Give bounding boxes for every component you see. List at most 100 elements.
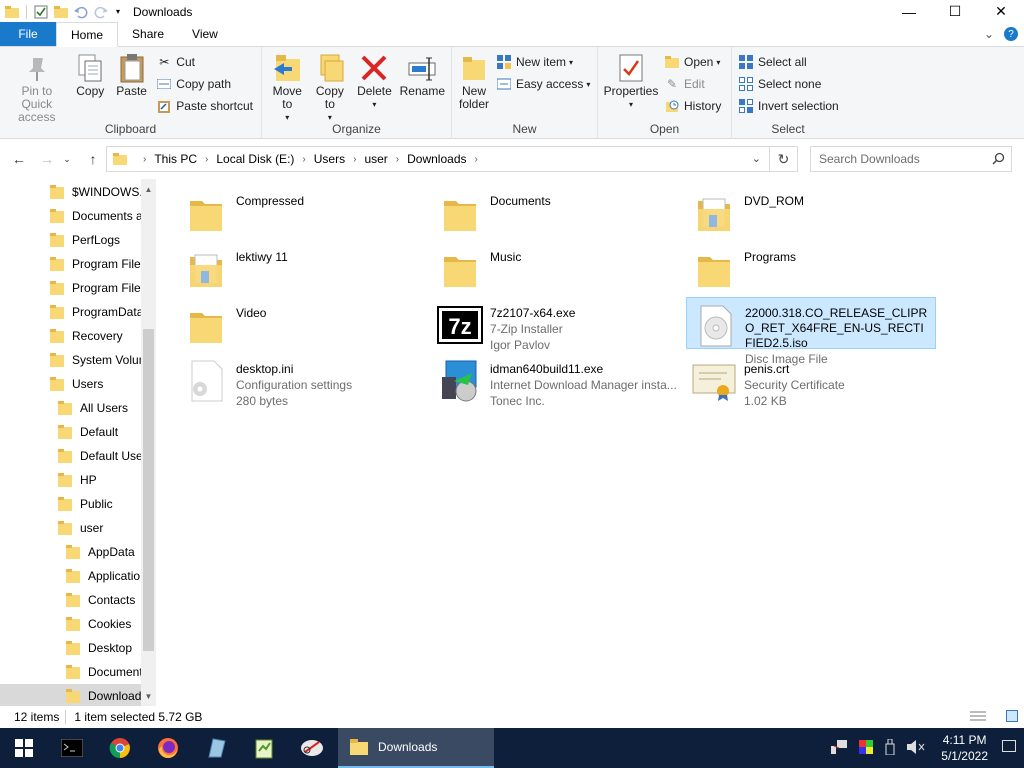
breadcrumb-this-pc[interactable]: This PC › — [154, 152, 216, 166]
easy-access-button[interactable]: Easy access ▾ — [496, 75, 590, 93]
file-item[interactable]: 22000.318.CO_RELEASE_CLIPRO_RET_X64FRE_E… — [686, 297, 936, 366]
notifications-icon[interactable] — [1002, 739, 1016, 757]
maximize-button[interactable]: ☐ — [932, 0, 978, 23]
details-view-icon[interactable] — [970, 710, 986, 725]
nav-tree-item[interactable]: Users — [0, 372, 141, 396]
start-windows-icon[interactable] — [0, 728, 48, 768]
breadcrumb-user[interactable]: user › — [364, 152, 407, 166]
nav-scroll-thumb[interactable] — [143, 329, 154, 651]
nav-tree-item[interactable]: Program Files — [0, 252, 141, 276]
firefox-icon[interactable] — [144, 728, 192, 768]
nav-tree-item[interactable]: Applicatio — [0, 564, 141, 588]
expand-ribbon-icon[interactable]: ⌄ — [984, 27, 994, 41]
file-item[interactable]: Programs — [686, 241, 936, 293]
select-none-button[interactable]: Select none — [738, 75, 839, 93]
copy-path-button[interactable]: Copy path — [156, 75, 253, 93]
recent-locations-icon[interactable]: ⌄ — [60, 148, 74, 170]
nav-tree-item[interactable]: ProgramData — [0, 300, 141, 324]
breadcrumb-chevron-icon[interactable]: › — [143, 154, 146, 165]
nav-tree-item[interactable]: All Users — [0, 396, 141, 420]
customize-qat-icon[interactable]: ▾ — [113, 4, 123, 20]
file-item[interactable]: lektiwy 11 — [178, 241, 428, 293]
select-all-button[interactable]: Select all — [738, 53, 839, 71]
command-prompt-icon[interactable] — [48, 728, 96, 768]
file-item[interactable]: Video — [178, 297, 428, 349]
file-item[interactable]: Compressed — [178, 185, 428, 237]
file-item[interactable]: 7z 7z2107-x64.exe 7-Zip Installer Igor Pavl… — [432, 297, 682, 352]
nav-tree-label: Applicatio — [88, 569, 141, 583]
taskbar-file-explorer-downloads[interactable]: Downloads — [338, 728, 494, 768]
tab-home[interactable]: Home — [56, 22, 119, 47]
file-item[interactable]: Music — [432, 241, 682, 293]
nav-tree-item[interactable]: HP — [0, 468, 141, 492]
breadcrumb-chevron-icon[interactable]: › — [475, 154, 478, 165]
search-input[interactable]: Search Downloads — [810, 146, 1012, 172]
tab-file[interactable]: File — [0, 22, 56, 46]
breadcrumb-chevron-icon[interactable]: › — [302, 154, 305, 165]
tray-usb-icon[interactable] — [885, 738, 895, 758]
tab-share[interactable]: Share — [118, 22, 178, 46]
open-button[interactable]: Open ▾ — [664, 53, 721, 71]
nav-tree-item[interactable]: user — [0, 516, 141, 540]
nav-tree-item[interactable]: PerfLogs — [0, 228, 141, 252]
nav-tree-item[interactable]: $WINDOWS.~ — [0, 180, 141, 204]
redo-icon[interactable] — [93, 4, 109, 20]
notepad-plus-icon[interactable] — [240, 728, 288, 768]
nav-tree-item[interactable]: System Volum — [0, 348, 141, 372]
nav-tree-item[interactable]: Download — [0, 684, 141, 706]
undo-icon[interactable] — [73, 4, 89, 20]
chrome-icon[interactable] — [96, 728, 144, 768]
nav-tree-item[interactable]: AppData — [0, 540, 141, 564]
breadcrumb-chevron-icon[interactable]: › — [205, 154, 208, 165]
tray-network-icon[interactable] — [831, 739, 848, 757]
nav-tree-item[interactable]: Recovery — [0, 324, 141, 348]
tray-color-icon[interactable] — [859, 739, 874, 757]
snipping-tool-icon[interactable] — [288, 728, 336, 768]
close-button[interactable]: ✕ — [978, 0, 1024, 23]
breadcrumb-chevron-icon[interactable]: › — [353, 154, 356, 165]
nav-scrollbar[interactable]: ▲ ▼ — [141, 179, 156, 706]
breadcrumb-chevron-icon[interactable]: › — [396, 154, 399, 165]
paste-shortcut-button[interactable]: Paste shortcut — [156, 97, 253, 115]
minimize-button[interactable]: — — [886, 0, 932, 23]
forward-arrow-icon[interactable]: → — [36, 148, 58, 170]
nav-tree-item[interactable]: Program Files — [0, 276, 141, 300]
file-item[interactable]: desktop.ini Configuration settings 280 byt… — [178, 353, 428, 408]
breadcrumb-label: user — [364, 152, 388, 166]
scroll-up-icon[interactable]: ▲ — [141, 181, 156, 197]
help-icon[interactable]: ? — [1004, 27, 1018, 41]
nav-tree-item[interactable]: Public — [0, 492, 141, 516]
file-item[interactable]: penis.crt Security Certificate 1.02 KB — [686, 353, 936, 408]
invert-selection-button[interactable]: Invert selection — [738, 97, 839, 115]
refresh-icon[interactable]: ↻ — [769, 147, 797, 171]
address-history-dropdown-icon[interactable]: ⌄ — [752, 152, 761, 165]
nav-tree-item[interactable]: Desktop — [0, 636, 141, 660]
nav-tree-item[interactable]: Document — [0, 660, 141, 684]
large-icons-view-icon[interactable] — [1006, 709, 1018, 725]
file-item[interactable]: DVD_ROM — [686, 185, 936, 237]
address-bar[interactable]: › This PC › Local Disk (E:) › Users › user ›… — [106, 146, 798, 172]
nav-tree-item[interactable]: Documents a — [0, 204, 141, 228]
nav-tree-item[interactable]: Default User — [0, 444, 141, 468]
tab-view[interactable]: View — [178, 22, 232, 46]
cut-button[interactable]: ✂ Cut — [156, 53, 253, 71]
nav-tree-item[interactable]: Cookies — [0, 612, 141, 636]
properties-check-icon[interactable] — [33, 4, 49, 20]
up-arrow-icon[interactable]: ↑ — [82, 148, 104, 170]
taskbar-clock[interactable]: 4:11 PM 5/1/2022 — [941, 732, 988, 764]
nav-tree-item[interactable]: Default — [0, 420, 141, 444]
history-button[interactable]: History — [664, 97, 721, 115]
breadcrumb-local-disk[interactable]: Local Disk (E:) › — [216, 152, 313, 166]
file-item[interactable]: Documents — [432, 185, 682, 237]
new-item-button[interactable]: New item ▾ — [496, 53, 590, 71]
scroll-down-icon[interactable]: ▼ — [141, 688, 156, 704]
file-item[interactable]: idman640build11.exe Internet Download Man… — [432, 353, 682, 408]
breadcrumb-downloads[interactable]: Downloads › — [407, 152, 486, 166]
edit-button[interactable]: ✎ Edit — [664, 75, 721, 93]
tray-volume-muted-icon[interactable] — [907, 739, 925, 757]
breadcrumb-users[interactable]: Users › — [314, 152, 365, 166]
app-blue-icon[interactable] — [192, 728, 240, 768]
back-arrow-icon[interactable]: ← — [8, 148, 30, 170]
nav-tree-item[interactable]: Contacts — [0, 588, 141, 612]
new-folder-qat-icon[interactable] — [53, 4, 69, 20]
